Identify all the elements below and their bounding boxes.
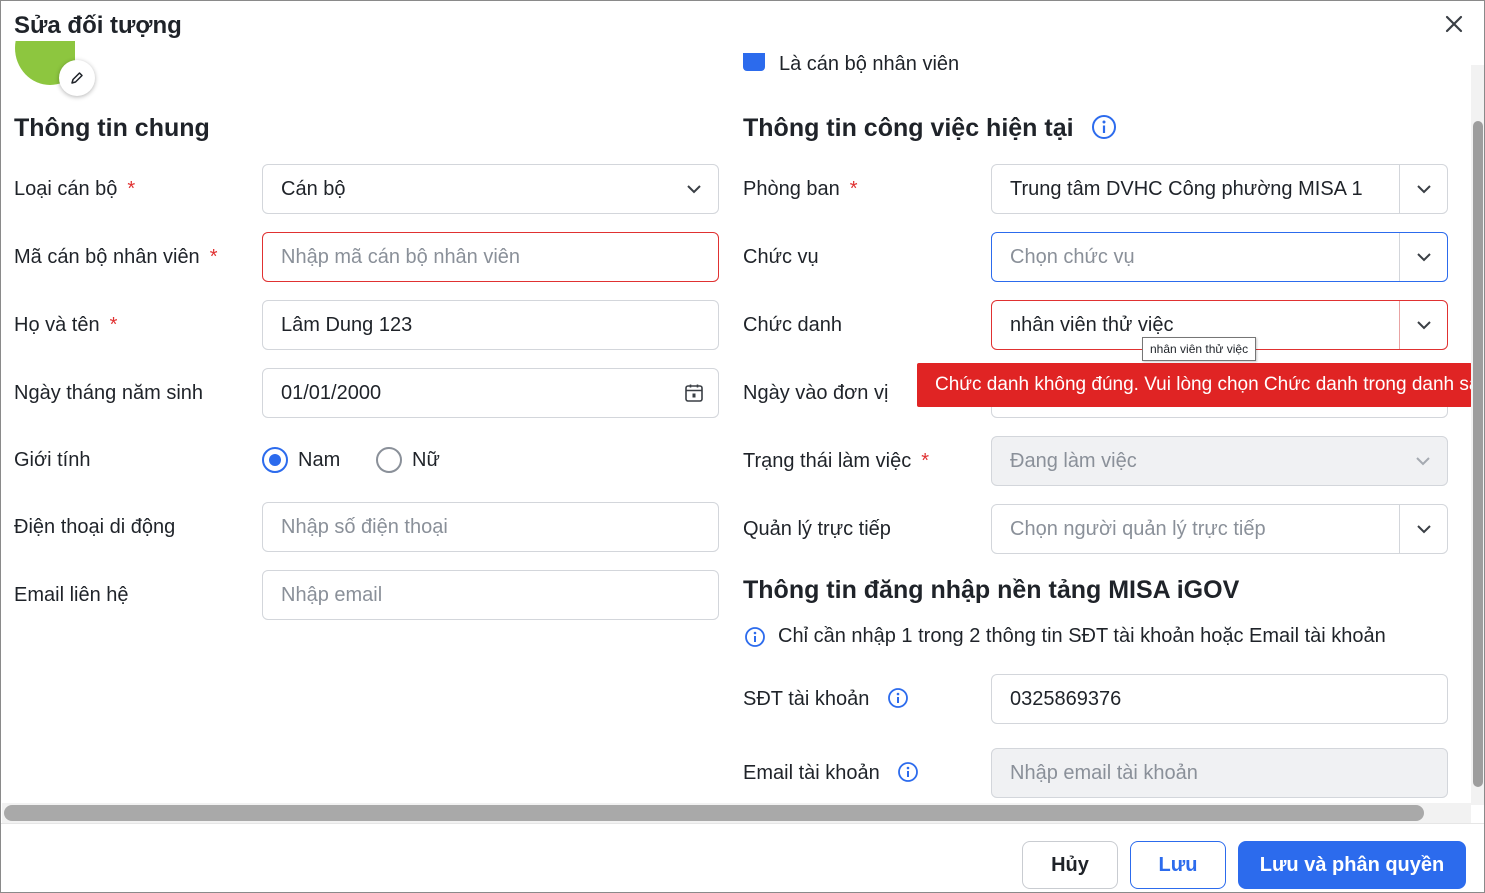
- info-icon: [1091, 115, 1116, 140]
- job-title-value: nhân viên thử việc: [1010, 313, 1174, 336]
- full-name-label: Họ và tên *: [14, 314, 118, 336]
- work-status-value: Đang làm việc: [1010, 449, 1137, 472]
- radio-selected-icon: [262, 447, 288, 473]
- birth-date-label: Ngày tháng năm sinh: [14, 382, 204, 404]
- close-icon[interactable]: [1442, 12, 1466, 36]
- contact-email-placeholder: Nhập email: [281, 583, 383, 606]
- department-value: Trung tâm DVHC Công phường MISA 1: [1010, 177, 1363, 200]
- position-select[interactable]: Chọn chức vụ: [991, 232, 1448, 282]
- account-phone-label: SĐT tài khoản: [743, 687, 909, 711]
- radio-empty-icon: [376, 447, 402, 473]
- horizontal-scroll-thumb[interactable]: [4, 805, 1424, 821]
- manager-label: Quản lý trực tiếp: [743, 518, 891, 540]
- staff-type-label: Loại cán bộ *: [14, 178, 136, 200]
- job-info-heading: Thông tin công việc hiện tại: [743, 114, 1117, 143]
- manager-select[interactable]: Chọn người quản lý trực tiếp: [991, 504, 1448, 554]
- info-icon: [745, 626, 765, 647]
- general-info-heading: Thông tin chung: [14, 114, 210, 142]
- mobile-placeholder: Nhập số điện thoại: [281, 515, 448, 538]
- save-and-assign-permissions-button[interactable]: Lưu và phân quyền: [1238, 841, 1466, 889]
- edit-avatar-button[interactable]: [59, 60, 95, 96]
- pencil-icon: [71, 72, 83, 84]
- is-staff-label: Là cán bộ nhân viên: [779, 53, 960, 73]
- contact-email-input[interactable]: Nhập email: [262, 570, 719, 620]
- gender-label: Giới tính: [14, 449, 91, 471]
- job-title-tooltip: nhân viên thử việc: [1142, 337, 1257, 361]
- job-title-label: Chức danh: [743, 314, 843, 336]
- full-name-value: Lâm Dung 123: [281, 313, 413, 336]
- check-icon: [743, 53, 765, 71]
- dialog-title: Sửa đối tượng: [14, 12, 182, 39]
- mobile-label: Điện thoại di động: [14, 516, 176, 538]
- contact-email-label: Email liên hệ: [14, 584, 129, 606]
- join-date-label: Ngày vào đơn vị: [743, 382, 889, 404]
- account-email-placeholder: Nhập email tài khoản: [1010, 761, 1198, 784]
- department-select[interactable]: Trung tâm DVHC Công phường MISA 1: [991, 164, 1448, 214]
- position-placeholder: Chọn chức vụ: [1010, 245, 1135, 268]
- save-button[interactable]: Lưu: [1130, 841, 1226, 889]
- account-email-label: Email tài khoản: [743, 761, 919, 785]
- login-note: Chỉ cần nhập 1 trong 2 thông tin SĐT tài…: [744, 625, 1386, 648]
- chevron-down-icon[interactable]: [1399, 301, 1447, 349]
- info-icon: [888, 687, 908, 708]
- is-staff-checkbox[interactable]: Là cán bộ nhân viên: [741, 53, 1001, 73]
- edit-object-dialog: Sửa đối tượng Là cán bộ nhân viên Thông …: [0, 0, 1485, 893]
- department-label: Phòng ban *: [743, 178, 858, 200]
- cancel-button[interactable]: Hủy: [1022, 841, 1118, 889]
- gender-radio-male[interactable]: Nam: [262, 447, 340, 473]
- staff-code-label: Mã cán bộ nhân viên *: [14, 246, 218, 268]
- vertical-scrollbar[interactable]: [1471, 65, 1484, 805]
- staff-code-input[interactable]: Nhập mã cán bộ nhân viên: [262, 232, 719, 282]
- position-label: Chức vụ: [743, 246, 819, 268]
- work-status-label: Trạng thái làm việc *: [743, 450, 930, 472]
- vertical-scroll-thumb[interactable]: [1473, 121, 1483, 787]
- mobile-input[interactable]: Nhập số điện thoại: [262, 502, 719, 552]
- birth-date-value: 01/01/2000: [281, 381, 382, 404]
- manager-placeholder: Chọn người quản lý trực tiếp: [1010, 517, 1266, 540]
- work-status-select: Đang làm việc: [991, 436, 1448, 486]
- info-icon: [898, 761, 919, 782]
- calendar-icon[interactable]: [670, 369, 718, 417]
- account-email-input: Nhập email tài khoản: [991, 748, 1448, 798]
- account-phone-input[interactable]: 0325869376: [991, 674, 1448, 724]
- chevron-down-icon: [1399, 437, 1447, 485]
- job-title-error-message: Chức danh không đúng. Vui lòng chọn Chức…: [917, 363, 1472, 407]
- horizontal-scrollbar[interactable]: [2, 803, 1471, 823]
- staff-type-value: Cán bộ: [281, 177, 346, 200]
- chevron-down-icon[interactable]: [1399, 233, 1447, 281]
- chevron-down-icon: [670, 165, 718, 213]
- chevron-down-icon[interactable]: [1399, 505, 1447, 553]
- gender-radio-female[interactable]: Nữ: [376, 447, 440, 473]
- full-name-input[interactable]: Lâm Dung 123: [262, 300, 719, 350]
- account-phone-value: 0325869376: [1010, 687, 1122, 710]
- staff-type-select[interactable]: Cán bộ: [262, 164, 719, 214]
- chevron-down-icon[interactable]: [1399, 165, 1447, 213]
- login-info-heading: Thông tin đăng nhập nền tảng MISA iGOV: [743, 576, 1240, 604]
- staff-code-placeholder: Nhập mã cán bộ nhân viên: [281, 245, 521, 268]
- birth-date-input[interactable]: 01/01/2000: [262, 368, 719, 418]
